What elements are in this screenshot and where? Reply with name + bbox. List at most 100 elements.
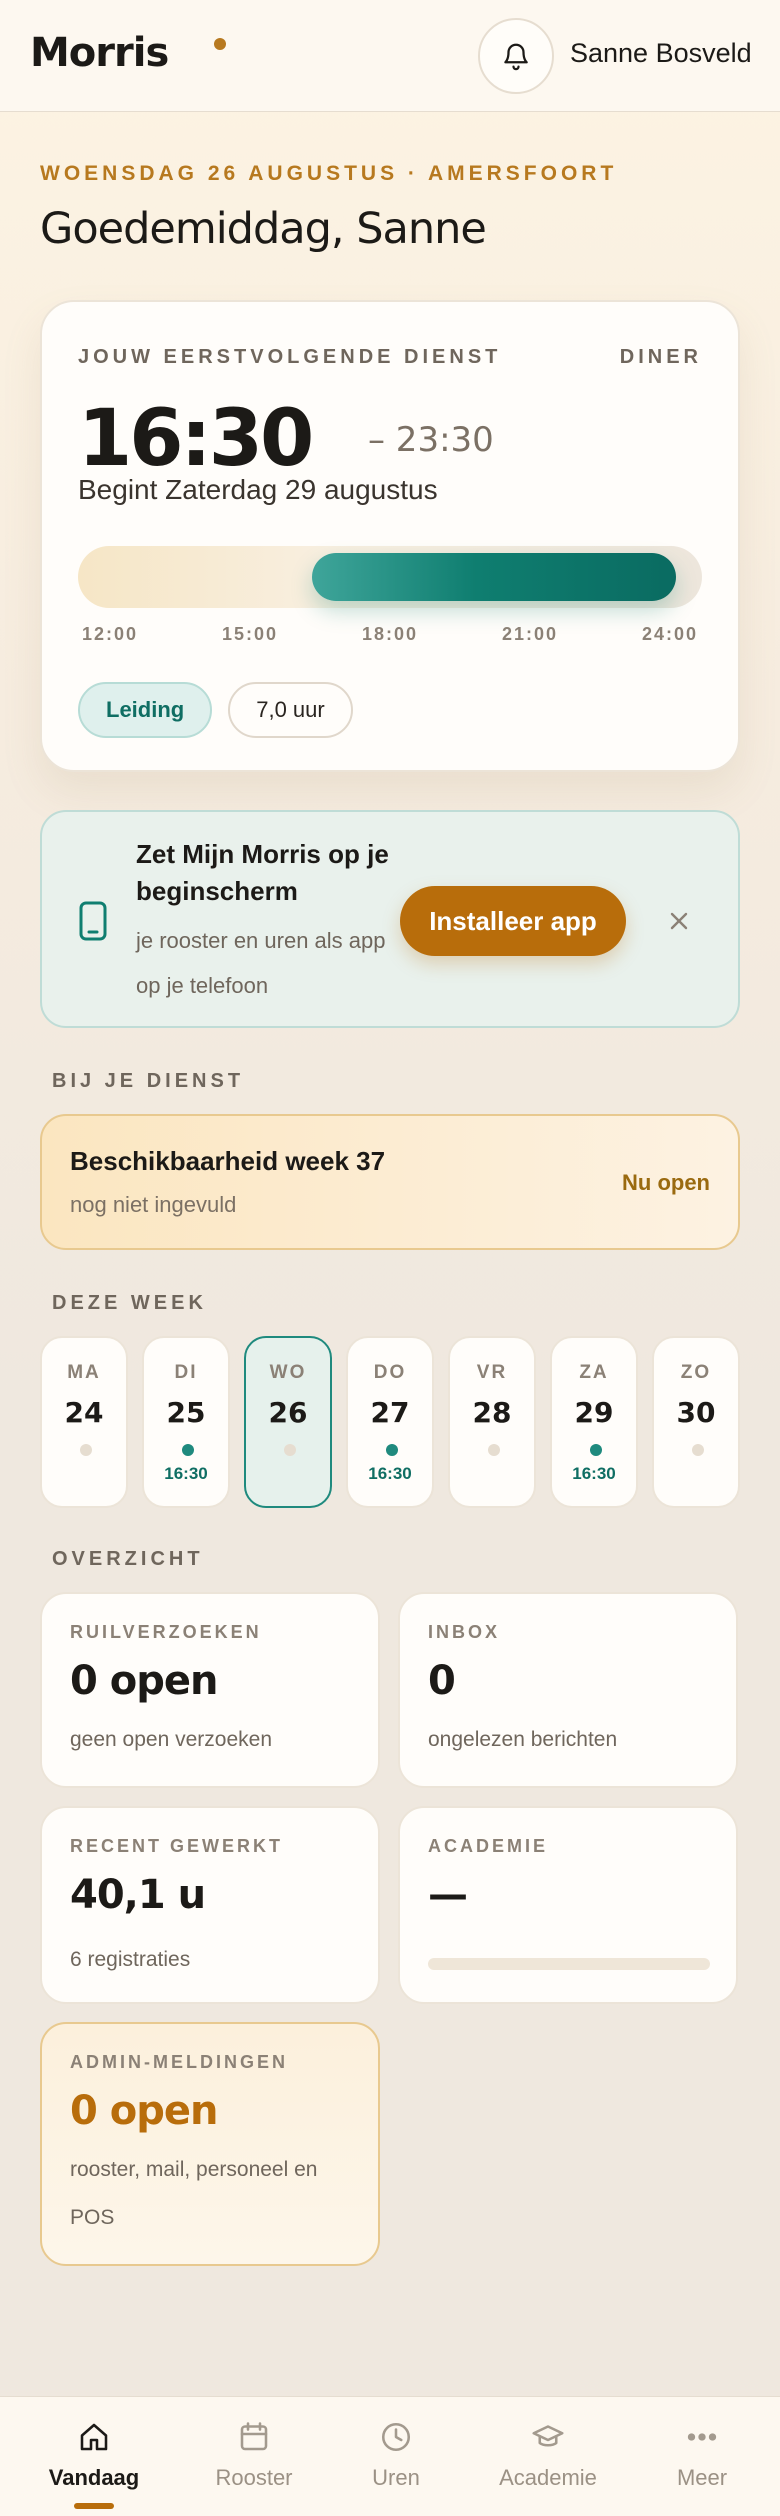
nav-vandaag[interactable]: Vandaag bbox=[16, 2397, 172, 2516]
close-icon bbox=[670, 912, 688, 930]
tile-sub: geen open verzoeken bbox=[70, 1728, 272, 1751]
week-day-do[interactable]: DO 27 16:30 bbox=[346, 1336, 434, 1508]
home-icon bbox=[76, 2419, 112, 2455]
day-shift-time: 16:30 bbox=[572, 1464, 616, 1483]
day-number: 26 bbox=[268, 1396, 308, 1429]
academy-progress-bar bbox=[428, 1958, 710, 1970]
install-banner: Zet Mijn Morris op je beginscherm je roo… bbox=[40, 810, 740, 1028]
academy-tile[interactable]: ACADEMIE — bbox=[398, 1806, 738, 2004]
graduation-cap-icon bbox=[530, 2419, 566, 2455]
timeline-tick: 12:00 bbox=[81, 624, 139, 644]
timeline-tick: 18:00 bbox=[361, 624, 419, 644]
more-icon bbox=[684, 2419, 720, 2455]
shift-end-time: – 23:30 bbox=[368, 420, 494, 460]
tile-value: 40,1 u bbox=[70, 1872, 206, 1918]
nav-academie[interactable]: Academie bbox=[470, 2397, 626, 2516]
active-indicator bbox=[74, 2503, 114, 2509]
tile-label: RUILVERZOEKEN bbox=[70, 1622, 262, 1642]
week-day-zo[interactable]: ZO 30 bbox=[652, 1336, 740, 1508]
day-number: 30 bbox=[676, 1396, 716, 1429]
nav-meer[interactable]: Meer bbox=[624, 2397, 780, 2516]
shift-timeline-bar bbox=[312, 553, 676, 601]
next-shift-card[interactable]: JOUW EERSTVOLGENDE DIENST DINER 16:30 – … bbox=[40, 300, 740, 772]
day-name: DI bbox=[174, 1362, 198, 1383]
day-number: 27 bbox=[370, 1396, 410, 1429]
tile-label: INBOX bbox=[428, 1622, 501, 1642]
timeline-tick: 24:00 bbox=[641, 624, 699, 644]
next-shift-label: JOUW EERSTVOLGENDE DIENST bbox=[78, 346, 502, 368]
day-name: MA bbox=[67, 1362, 101, 1383]
nav-uren[interactable]: Uren bbox=[318, 2397, 474, 2516]
user-name[interactable]: Sanne Bosveld bbox=[570, 38, 752, 69]
calendar-icon bbox=[236, 2419, 272, 2455]
day-number: 29 bbox=[574, 1396, 614, 1429]
app-header: Morris Sanne Bosveld bbox=[0, 0, 780, 112]
timeline-tick: 21:00 bbox=[501, 624, 559, 644]
shift-indicator-dot bbox=[386, 1444, 398, 1456]
install-subtitle: je rooster en uren als app op je telefoo… bbox=[136, 928, 386, 998]
tile-value: 0 open bbox=[70, 2088, 218, 2134]
admin-notifications-tile[interactable]: ADMIN-MELDINGEN 0 open rooster, mail, pe… bbox=[40, 2022, 380, 2266]
day-number: 28 bbox=[472, 1396, 512, 1429]
day-name: ZO bbox=[680, 1362, 712, 1383]
install-title: Zet Mijn Morris op je beginscherm bbox=[136, 839, 389, 906]
shift-indicator-dot bbox=[488, 1444, 500, 1456]
nav-label: Academie bbox=[499, 2465, 597, 2490]
tile-value: — bbox=[428, 1872, 468, 1918]
tile-sub: rooster, mail, personeel en POS bbox=[70, 2158, 318, 2229]
nav-rooster[interactable]: Rooster bbox=[176, 2397, 332, 2516]
day-name: DO bbox=[373, 1362, 407, 1383]
install-app-button[interactable]: Installeer app bbox=[400, 886, 626, 956]
shift-timeline bbox=[78, 546, 702, 608]
day-shift-time: 16:30 bbox=[368, 1464, 412, 1483]
day-number: 25 bbox=[166, 1396, 206, 1429]
logo[interactable]: Morris bbox=[30, 30, 169, 76]
tile-label: ADMIN-MELDINGEN bbox=[70, 2052, 288, 2072]
clock-icon bbox=[378, 2419, 414, 2455]
role-badge: Leiding bbox=[78, 682, 213, 738]
week-day-ma[interactable]: MA 24 bbox=[40, 1336, 128, 1508]
tile-label: RECENT GEWERKT bbox=[70, 1836, 283, 1856]
inbox-tile[interactable]: INBOX 0 ongelezen berichten bbox=[398, 1592, 738, 1788]
notifications-button[interactable] bbox=[478, 18, 554, 94]
phone-icon bbox=[79, 901, 107, 941]
nav-label: Rooster bbox=[215, 2465, 293, 2490]
dateline: WOENSDAG 26 AUGUSTUS · AMERSFOORT bbox=[40, 162, 618, 185]
week-day-vr[interactable]: VR 28 bbox=[448, 1336, 536, 1508]
day-name: WO bbox=[269, 1362, 307, 1383]
day-number: 24 bbox=[64, 1396, 104, 1429]
shift-indicator-dot bbox=[692, 1444, 704, 1456]
hours-badge: 7,0 uur bbox=[228, 682, 353, 738]
availability-title: Beschikbaarheid week 37 bbox=[70, 1146, 386, 1176]
week-day-za[interactable]: ZA 29 16:30 bbox=[550, 1336, 638, 1508]
tile-value: 0 bbox=[428, 1658, 456, 1704]
tile-sub: ongelezen berichten bbox=[428, 1728, 618, 1751]
nav-label: Vandaag bbox=[48, 2465, 140, 2490]
swaps-tile[interactable]: RUILVERZOEKEN 0 open geen open verzoeken bbox=[40, 1592, 380, 1788]
nav-label: Uren bbox=[372, 2465, 420, 2490]
day-name: VR bbox=[476, 1362, 508, 1383]
availability-status: Nu open bbox=[622, 1170, 710, 1195]
day-shift-time: 16:30 bbox=[164, 1464, 208, 1483]
nav-label: Meer bbox=[676, 2465, 728, 2490]
shift-indicator-dot bbox=[182, 1444, 194, 1456]
logo-dot bbox=[214, 38, 226, 50]
tile-value: 0 open bbox=[70, 1658, 218, 1704]
recent-worked-tile[interactable]: RECENT GEWERKT 40,1 u 6 registraties bbox=[40, 1806, 380, 2004]
week-day-di[interactable]: DI 25 16:30 bbox=[142, 1336, 230, 1508]
shift-indicator-dot bbox=[590, 1444, 602, 1456]
bell-icon bbox=[504, 43, 528, 71]
shift-start-time: 16:30 bbox=[78, 394, 314, 484]
section-this-week: DEZE WEEK bbox=[52, 1292, 207, 1314]
timeline-ticks: 12:00 15:00 18:00 21:00 24:00 bbox=[78, 624, 702, 648]
week-day-wo[interactable]: WO 26 bbox=[244, 1336, 332, 1508]
day-name: ZA bbox=[579, 1362, 609, 1383]
dismiss-banner-button[interactable] bbox=[662, 904, 696, 938]
section-at-shift: BIJ JE DIENST bbox=[52, 1070, 245, 1092]
shift-indicator-dot bbox=[284, 1444, 296, 1456]
tile-sub: 6 registraties bbox=[70, 1948, 191, 1971]
availability-card[interactable]: Beschikbaarheid week 37 nog niet ingevul… bbox=[40, 1114, 740, 1250]
availability-subtitle: nog niet ingevuld bbox=[70, 1192, 237, 1217]
tile-label: ACADEMIE bbox=[428, 1836, 549, 1856]
bottom-nav: Vandaag Rooster Uren Academie Meer bbox=[0, 2396, 780, 2516]
